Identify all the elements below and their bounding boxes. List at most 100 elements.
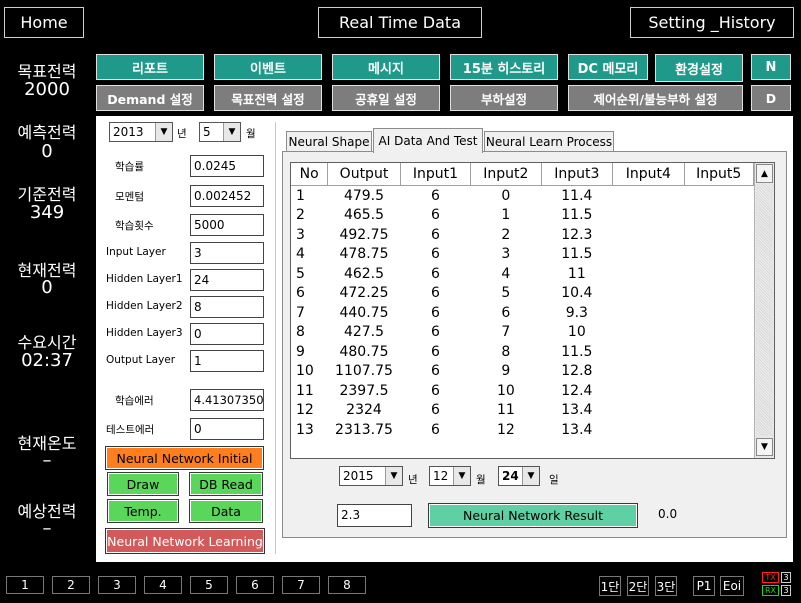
table-cell: [684, 381, 753, 401]
learning-rate-input[interactable]: 0.0245: [190, 155, 264, 177]
hidden-layer2-input[interactable]: 8: [190, 296, 264, 318]
test-year-select[interactable]: 2015 ▼: [339, 466, 403, 486]
test-error-input[interactable]: 0: [190, 418, 264, 440]
db-read-button[interactable]: DB Read: [189, 472, 263, 496]
column-header-output[interactable]: Output: [327, 163, 401, 186]
hidden-layer3-input[interactable]: 0: [190, 323, 264, 345]
scroll-up-arrow-icon[interactable]: ▲: [756, 164, 773, 183]
home-button[interactable]: Home: [4, 7, 84, 38]
holiday-settings-button[interactable]: 공휴일 설정: [332, 85, 440, 111]
output-layer-input[interactable]: 1: [190, 350, 264, 372]
page-button-3[interactable]: 3: [98, 576, 136, 594]
page-button-1[interactable]: 1: [6, 576, 44, 594]
stage3-button[interactable]: 3단: [655, 576, 677, 596]
stage2-button[interactable]: 2단: [627, 576, 649, 596]
scroll-track[interactable]: [756, 184, 773, 436]
page-button-5[interactable]: 5: [190, 576, 228, 594]
learning-error-label: 학습에러: [115, 395, 154, 407]
table-row[interactable]: 1 479.5 6 0 11.4: [291, 186, 754, 206]
environment-settings-button[interactable]: 환경설정: [655, 54, 743, 82]
event-button[interactable]: 이벤트: [214, 54, 322, 80]
eoi-button[interactable]: Eoi: [720, 576, 744, 596]
neural-network-initial-button[interactable]: Neural Network Initial: [105, 446, 264, 470]
neural-network-result-button[interactable]: Neural Network Result: [428, 503, 638, 528]
page-button-8[interactable]: 8: [328, 576, 366, 594]
table-cell: 11.4: [561, 187, 593, 204]
table-cell: 1107.75: [335, 363, 393, 380]
test-day-select[interactable]: 24 ▼: [498, 466, 540, 486]
tab-neural-shape[interactable]: Neural Shape: [286, 131, 372, 152]
column-header-input3[interactable]: Input3: [541, 163, 614, 186]
hidden-layer1-input[interactable]: 24: [190, 269, 264, 291]
table-cell: 6: [430, 304, 440, 321]
target-power-settings-button[interactable]: 목표전력 설정: [214, 85, 322, 111]
column-header-input2[interactable]: Input2: [470, 163, 542, 186]
table-cell: 3: [296, 226, 305, 243]
history-15min-button[interactable]: 15분 히스토리: [450, 54, 558, 80]
tx-indicator: TX: [762, 572, 779, 583]
table-row[interactable]: 7 440.75 6 6 9.3: [291, 303, 754, 323]
dc-memory-button[interactable]: DC 메모리: [568, 54, 648, 80]
message-button[interactable]: 메시지: [332, 54, 440, 80]
demand-settings-button[interactable]: Demand 설정: [96, 85, 204, 111]
table-row[interactable]: 8 427.5 6 7 10: [291, 323, 754, 343]
table-row[interactable]: 5 462.5 6 4 11: [291, 264, 754, 284]
learning-error-input[interactable]: 4.41307350: [190, 389, 264, 411]
expected-power-value: –: [42, 518, 52, 539]
data-button[interactable]: Data: [189, 499, 263, 523]
data-grid[interactable]: No Output Input1 Input2 Input3 Input4 In…: [290, 162, 775, 459]
table-row[interactable]: 2 465.5 6 1 11.5: [291, 206, 754, 226]
d-button[interactable]: D: [751, 85, 791, 111]
tab-neural-learn-process[interactable]: Neural Learn Process: [484, 131, 614, 152]
column-header-input4[interactable]: Input4: [612, 163, 685, 186]
momentum-input[interactable]: 0.002452: [190, 185, 264, 207]
table-cell: 7: [296, 304, 305, 321]
table-cell: 9.3: [565, 304, 588, 321]
table-row[interactable]: 3 492.75 6 2 12.3: [291, 225, 754, 245]
table-cell: [613, 264, 684, 284]
column-header-input5[interactable]: Input5: [684, 163, 755, 186]
test-month-select[interactable]: 12 ▼: [429, 466, 471, 486]
year-select[interactable]: 2013 ▼: [109, 122, 173, 142]
scroll-down-arrow-icon[interactable]: ▼: [756, 438, 773, 456]
column-header-input1[interactable]: Input1: [400, 163, 472, 186]
setting-history-button[interactable]: Setting _History: [630, 7, 794, 38]
tx-count: 3: [781, 572, 791, 583]
chevron-down-icon: ▼: [453, 467, 470, 485]
current-temp-value: –: [42, 450, 52, 471]
draw-button[interactable]: Draw: [107, 472, 179, 496]
page-button-4[interactable]: 4: [144, 576, 182, 594]
table-row[interactable]: 11 2397.5 6 10 12.4: [291, 381, 754, 401]
neural-network-learning-button[interactable]: Neural Network Learning: [105, 528, 265, 554]
table-row[interactable]: 9 480.75 6 8 11.5: [291, 342, 754, 362]
p1-button[interactable]: P1: [693, 576, 715, 596]
table-cell: [613, 401, 684, 421]
table-row[interactable]: 10 1107.75 6 9 12.8: [291, 362, 754, 382]
input-layer-input[interactable]: 3: [190, 242, 264, 264]
report-button[interactable]: 리포트: [96, 54, 204, 80]
page-button-7[interactable]: 7: [282, 576, 320, 594]
page-button-6[interactable]: 6: [236, 576, 274, 594]
page-button-2[interactable]: 2: [52, 576, 90, 594]
n-button[interactable]: N: [751, 54, 791, 80]
table-row[interactable]: 6 472.25 6 5 10.4: [291, 284, 754, 304]
temp-button[interactable]: Temp.: [107, 499, 179, 523]
table-cell: 6: [430, 343, 440, 360]
learning-count-input[interactable]: 5000: [190, 214, 264, 236]
control-priority-settings-button[interactable]: 제어순위/불능부하 설정: [568, 85, 743, 111]
forecast-power-label: 예측전력: [17, 123, 77, 142]
table-cell: 0: [501, 187, 511, 204]
table-row[interactable]: 4 478.75 6 3 11.5: [291, 245, 754, 265]
column-header-no[interactable]: No: [291, 163, 329, 186]
table-row[interactable]: 13 2313.75 6 12 13.4: [291, 420, 754, 440]
learning-rate-label: 학습률: [115, 161, 144, 173]
month-select[interactable]: 5 ▼: [199, 122, 241, 142]
rx-indicator: RX: [762, 585, 779, 596]
tab-ai-data-and-test[interactable]: AI Data And Test: [373, 128, 483, 153]
stage1-button[interactable]: 1단: [599, 576, 621, 596]
table-row[interactable]: 12 2324 6 11 13.4: [291, 401, 754, 421]
load-settings-button[interactable]: 부하설정: [450, 85, 558, 111]
grid-scrollbar[interactable]: ▲ ▼: [754, 163, 774, 458]
test-temperature-input[interactable]: 2.3: [337, 504, 412, 527]
table-cell: 9: [501, 363, 511, 380]
